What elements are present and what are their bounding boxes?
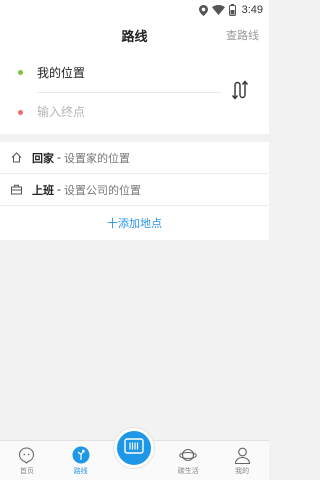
place-hint: 设置公司的位置 [63, 183, 141, 197]
user-icon [233, 446, 251, 464]
route-icon [72, 446, 90, 464]
wifi-icon [211, 5, 225, 15]
swap-route-button[interactable] [229, 78, 251, 106]
nav-item-carbon-life[interactable]: 碳生活 [161, 441, 215, 480]
end-dot-icon [18, 109, 23, 115]
nav-item-route[interactable]: 路线 [54, 441, 108, 480]
nav-label: 路线 [73, 467, 88, 475]
place-hint: 设置家的位置 [63, 151, 130, 165]
header: 路线 查路线 [0, 20, 269, 50]
search-route-button[interactable]: 查路线 [226, 27, 259, 43]
scan-card-icon [124, 438, 145, 458]
nav-label: 首页 [19, 467, 34, 475]
battery-icon [228, 4, 236, 16]
briefcase-icon [10, 184, 22, 196]
home-face-icon [18, 446, 36, 464]
location-icon [198, 4, 208, 16]
page-title: 路线 [121, 29, 148, 45]
bottom-nav: 首页 路线 碳生活 我的 [0, 428, 269, 480]
add-place-button[interactable]: 十添加地点 [0, 206, 269, 240]
nav-label: 碳生活 [177, 467, 199, 475]
place-name: 回家 [32, 151, 54, 165]
status-time: 3:49 [241, 4, 263, 16]
place-row-work[interactable]: 上班 - 设置公司的位置 [0, 174, 269, 206]
planet-icon [179, 446, 198, 464]
status-bar: 3:49 [0, 0, 269, 20]
place-separator: - [57, 151, 61, 164]
start-dot-icon [18, 69, 23, 75]
place-row-home[interactable]: 回家 - 设置家的位置 [0, 142, 269, 174]
route-card: 我的位置 [0, 50, 269, 134]
route-start-row[interactable]: 我的位置 [0, 52, 222, 92]
place-separator: - [57, 183, 61, 196]
nav-item-home[interactable]: 首页 [0, 441, 54, 480]
route-start-label: 我的位置 [37, 65, 86, 80]
destination-input[interactable] [37, 105, 207, 119]
scan-button[interactable] [114, 428, 155, 468]
nav-item-scan [108, 428, 162, 480]
nav-item-profile[interactable]: 我的 [215, 441, 269, 480]
place-name: 上班 [32, 183, 54, 197]
home-icon [10, 152, 22, 164]
saved-places-list: 回家 - 设置家的位置 上班 - 设置公司的位置 十添加地点 [0, 142, 269, 240]
swap-icon [231, 80, 249, 104]
route-end-row[interactable] [0, 92, 222, 132]
nav-label: 我的 [235, 467, 250, 475]
